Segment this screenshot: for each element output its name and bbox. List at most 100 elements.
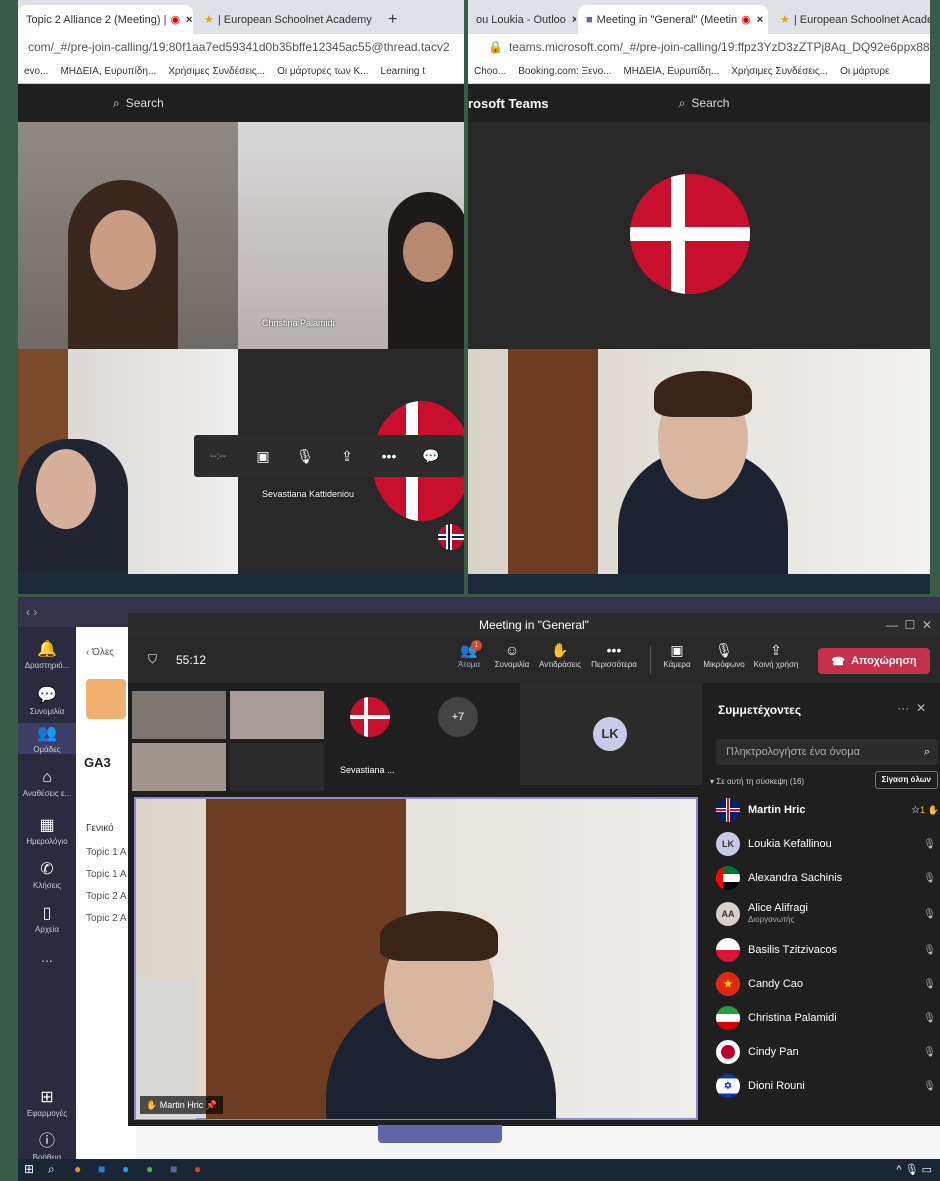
team-avatar — [86, 679, 126, 719]
participant-row[interactable]: Basilis Tzitzivacos 🎙 — [716, 935, 940, 965]
participant-row[interactable]: Alexandra Sachinis 🎙 — [716, 863, 940, 893]
window-controls-icon[interactable]: — ☐ ✕ — [886, 613, 932, 638]
people-button[interactable]: 👥 Άτομα 1 — [454, 640, 484, 669]
overflow-count[interactable]: +7 — [438, 697, 478, 737]
participant-search[interactable]: Πληκτρολογήστε ένα όνομα ⌕ — [716, 739, 938, 765]
chat-button[interactable]: ☺ Συνομιλία — [490, 642, 534, 669]
close-tab-icon[interactable]: × — [566, 14, 576, 26]
close-tab-icon[interactable]: × — [180, 14, 192, 26]
channel-item[interactable]: Topic 2 A — [86, 891, 127, 902]
panel-actions-icon[interactable]: ··· ✕ — [897, 701, 926, 715]
bookmark[interactable]: ΜΗΔΕΙΑ, Ευρυπίδη... — [623, 66, 719, 77]
rail-more[interactable]: ... — [18, 949, 76, 965]
channel-item[interactable]: Topic 1 A — [86, 847, 127, 858]
tray-icons[interactable]: ^ 🎙 ▭ — [896, 1163, 932, 1176]
section-header[interactable]: ▾ Σε αυτή τη σύσκεψη (16) — [710, 777, 804, 786]
tab-outlook[interactable]: ou Loukia - Outloo × — [468, 5, 576, 34]
leave-button[interactable]: ☎ Αποχώρηση — [818, 648, 930, 674]
video-tile[interactable]: Christina Palamidi — [238, 122, 464, 349]
tab-meeting[interactable]: Topic 2 Alliance 2 (Meeting) | ◉ × — [18, 5, 193, 34]
windows-start-icon[interactable]: ⊞ — [24, 1162, 34, 1176]
rail-chat[interactable]: 💬 Συνομιλία — [18, 685, 76, 716]
bookmark[interactable]: Learning t — [381, 66, 425, 77]
chrome-icon[interactable]: ● — [146, 1162, 153, 1176]
more-button[interactable]: ••• Περισσότερα — [588, 642, 640, 669]
search-icon[interactable]: ⌕ — [113, 96, 120, 111]
channel-item[interactable]: Γενικό — [86, 823, 114, 834]
participant-row[interactable]: ★ Candy Cao 🎙 — [716, 969, 940, 999]
share-button[interactable]: ⇪ Κοινή χρήση — [752, 642, 800, 669]
participant-row[interactable]: AA Alice Alifragi Διοργανωτής 🎙 — [716, 897, 940, 931]
bookmark[interactable]: ΜΗΔΕΙΑ, Ευρυπίδη... — [60, 66, 156, 77]
skype-icon[interactable]: ● — [122, 1162, 129, 1176]
video-thumb[interactable] — [230, 743, 324, 791]
more-icon[interactable]: ••• — [368, 436, 410, 476]
rail-activity[interactable]: 🔔 Δραστηριό... — [18, 639, 76, 670]
close-tab-icon[interactable]: × — [372, 14, 376, 26]
join-button[interactable] — [378, 1125, 502, 1143]
search-input[interactable]: Search — [691, 96, 729, 110]
teams-icon: 👥 — [37, 725, 57, 742]
mute-all-button[interactable]: Σίγαση όλων — [874, 771, 938, 789]
back-link[interactable]: ‹ Όλες — [86, 647, 114, 658]
chat-icon[interactable]: 💬 — [410, 436, 452, 476]
calendar-icon: ▦ — [39, 817, 55, 834]
address-bar[interactable]: 🔒 teams.microsoft.com/_#/pre-join-callin… — [468, 34, 930, 60]
rail-apps[interactable]: ⊞ Εφαρμογές — [18, 1087, 76, 1118]
team-name: GA3 — [84, 755, 111, 770]
video-thumb[interactable] — [132, 743, 226, 791]
participant-role: Διοργανωτής — [748, 915, 795, 924]
rail-calls[interactable]: ✆ Κλήσεις — [18, 859, 76, 890]
mic-off-icon: 🎙 — [923, 838, 936, 850]
bookmark[interactable]: Χρήσιμες Συνδέσεις... — [731, 66, 828, 77]
bookmark[interactable]: evo... — [24, 66, 48, 77]
search-icon[interactable]: ⌕ — [48, 1162, 55, 1177]
rail-assignments[interactable]: ⌂ Αναθέσεις ε... — [18, 769, 76, 798]
video-thumb[interactable] — [230, 691, 324, 739]
reactions-button[interactable]: ✋ Αντιδράσεις — [536, 642, 584, 669]
rail-help[interactable]: ⓘ Βοήθεια — [18, 1127, 76, 1162]
firefox-icon[interactable]: ● — [74, 1162, 81, 1176]
rail-files[interactable]: ▯ Αρχεία — [18, 903, 76, 934]
new-tab-button[interactable]: + — [380, 5, 406, 34]
rail-label: Αναθέσεις ε... — [22, 789, 72, 798]
mic-button[interactable]: 🎙 Μικρόφωνο — [700, 642, 748, 669]
bookmark[interactable]: Booking.com: Ξενο... — [518, 66, 611, 77]
video-tile[interactable] — [468, 349, 930, 578]
tab-schoolnet[interactable]: ★ | European Schoolnet Academy × — [196, 5, 376, 34]
video-tile[interactable] — [468, 122, 930, 349]
bookmark[interactable]: Οι μάρτυρες των Κ... — [277, 66, 368, 77]
address-bar[interactable]: com/_#/pre-join-calling/19:80f1aa7ed5934… — [18, 34, 464, 60]
participant-row[interactable]: Cindy Pan 🎙 — [716, 1037, 940, 1067]
participant-row[interactable]: ✡ Dioni Rouni 🎙 — [716, 1071, 940, 1101]
rail-calendar[interactable]: ▦ Ημερολόγιο — [18, 815, 76, 846]
search-input[interactable]: Search — [126, 96, 164, 110]
main-video[interactable]: ✋ Martin Hric 📌 — [134, 797, 698, 1120]
bookmark[interactable]: Choo... — [474, 66, 506, 77]
teams-icon[interactable]: ■ — [170, 1162, 177, 1176]
video-thumb[interactable] — [132, 691, 226, 739]
participant-row[interactable]: LK Loukia Kefallinou 🎙 — [716, 829, 940, 859]
bookmark[interactable]: Χρήσιμες Συνδέσεις... — [168, 66, 265, 77]
tab-meeting[interactable]: ■ Meeting in "General" (Meetin ◉ × — [578, 5, 768, 34]
camera-button[interactable]: ▣ Κάμερα — [658, 642, 696, 669]
share-icon[interactable]: ⇪ — [326, 436, 368, 476]
nav-arrows-icon[interactable]: ‹ › — [26, 605, 37, 619]
lk-tile[interactable]: LK — [520, 683, 702, 785]
pin-icon[interactable]: ☆ — [911, 805, 920, 816]
powerpoint-icon[interactable]: ● — [194, 1162, 201, 1176]
camera-off-icon[interactable]: ▣ — [242, 436, 284, 476]
close-tab-icon[interactable]: × — [751, 14, 763, 26]
channel-item[interactable]: Topic 2 A — [86, 913, 127, 924]
tab-schoolnet[interactable]: ★ | European Schoolnet Academy — [772, 5, 930, 34]
bookmarks-bar: evo... ΜΗΔΕΙΑ, Ευρυπίδη... Χρήσιμες Συνδ… — [18, 60, 464, 84]
participant-row[interactable]: Martin Hric ☆ 1 ✋ — [716, 795, 940, 825]
search-icon[interactable]: ⌕ — [679, 96, 686, 111]
channel-item[interactable]: Topic 1 A — [86, 869, 127, 880]
mic-off-icon[interactable]: 🎙 — [284, 436, 326, 476]
rail-teams[interactable]: 👥 Ομάδες — [18, 723, 76, 754]
bookmark[interactable]: Οι μάρτυρε — [840, 66, 889, 77]
participant-row[interactable]: Christina Palamidi 🎙 — [716, 1003, 940, 1033]
word-icon[interactable]: ■ — [98, 1162, 105, 1176]
video-tile[interactable] — [18, 122, 238, 349]
